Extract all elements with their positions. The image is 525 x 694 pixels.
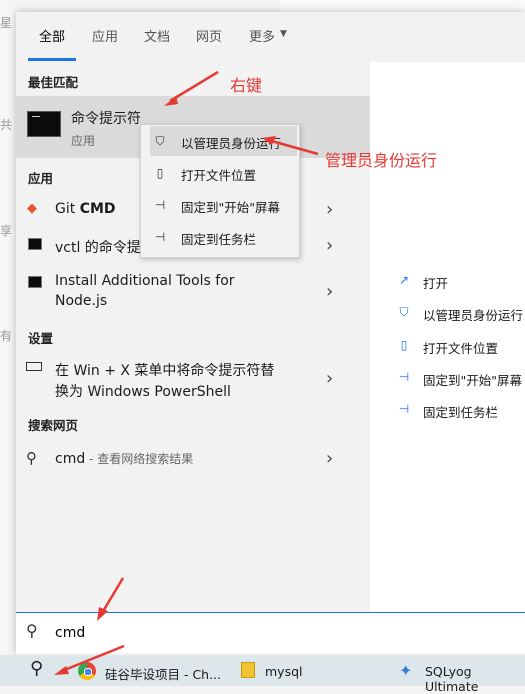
annotation-arrow-search (100, 577, 125, 614)
annotation-run-as-admin: 管理员身份运行 (325, 151, 438, 170)
annotation-arrowhead (54, 666, 69, 675)
annotation-arrowhead (262, 136, 276, 145)
annotation-arrow-taskbar (61, 644, 125, 673)
annotation-arrowhead (164, 96, 178, 106)
annotation-right-click: 右键 (230, 76, 263, 95)
annotation-arrow-admin (267, 138, 319, 156)
annotation-arrow-right-click (169, 70, 219, 103)
annotation-arrowhead (97, 607, 108, 621)
annotation-arrows (54, 70, 319, 675)
